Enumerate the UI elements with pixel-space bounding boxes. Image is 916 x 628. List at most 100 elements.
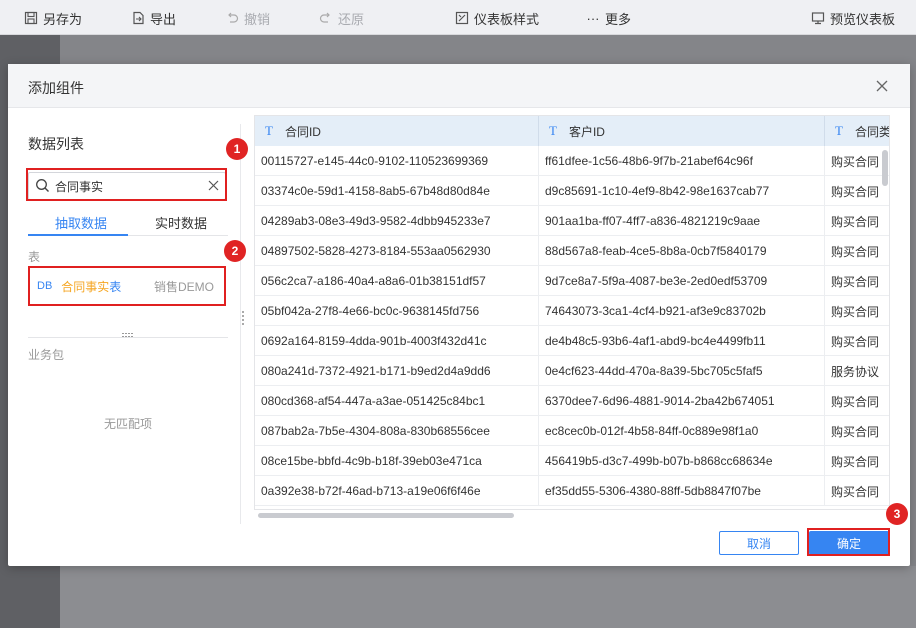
table-cell: 087bab2a-7b5e-4304-808a-830b68556cee	[255, 416, 539, 446]
table-cell: 88d567a8-feab-4ce5-8b8a-0cb7f5840179	[539, 236, 825, 266]
export-button[interactable]: 导出	[131, 9, 176, 27]
table-cell: 0692a164-8159-4dda-901b-4003f432d41c	[255, 326, 539, 356]
vertical-splitter-grip-icon[interactable]	[242, 311, 246, 325]
business-package-label: 业务包	[28, 348, 65, 362]
table-row[interactable]: 04897502-5828-4273-8184-553aa0562930 88d5…	[255, 236, 889, 266]
save-icon	[24, 11, 38, 25]
column-header-label: 客户ID	[568, 124, 605, 139]
text-type-icon: T	[549, 123, 557, 138]
annotation-badge-2: 2	[224, 240, 246, 262]
table-row[interactable]: 05bf042a-27f8-4e66-bc0c-9638145fd756 7464…	[255, 296, 889, 326]
table-cell: ff61dfee-1c56-48b6-9f7b-21abef64c96f	[539, 146, 825, 176]
confirm-button[interactable]: 确定	[809, 531, 889, 555]
grid-body: 00115727-e145-44c0-9102-110523699369 ff61…	[255, 146, 889, 506]
table-cell: 购买合同	[825, 326, 889, 356]
workspace-bottom	[60, 566, 916, 628]
table-name-rest: 表	[109, 279, 122, 294]
table-cell: 056c2ca7-a186-40a4-a8a6-01b38151df57	[255, 266, 539, 296]
table-cell: 购买合同	[825, 266, 889, 296]
table-row[interactable]: 0a392e38-b72f-46ad-b713-a19e06f6f46e ef35…	[255, 476, 889, 506]
tab-realtime-data[interactable]: 实时数据	[155, 213, 207, 232]
table-row[interactable]: 08ce15be-bbfd-4c9b-b18f-39eb03e471ca 4564…	[255, 446, 889, 476]
horizontal-scrollbar[interactable]	[258, 513, 514, 518]
column-header[interactable]: T 合同类型	[825, 116, 890, 146]
vertical-scrollbar[interactable]	[882, 150, 888, 186]
text-type-icon: T	[835, 123, 843, 138]
table-cell: ef35dd55-5306-4380-88ff-5db8847f07be	[539, 476, 825, 506]
table-row[interactable]: 080cd368-af54-447a-a3ae-051425c84bc1 6370…	[255, 386, 889, 416]
table-cell: 05bf042a-27f8-4e66-bc0c-9638145fd756	[255, 296, 539, 326]
table-row[interactable]: 087bab2a-7b5e-4304-808a-830b68556cee ec8c…	[255, 416, 889, 446]
table-cell: 购买合同	[825, 206, 889, 236]
table-name: 合同事实表	[61, 278, 121, 295]
table-cell: 03374c0e-59d1-4158-8ab5-67b48d80d84e	[255, 176, 539, 206]
redo-icon	[319, 11, 333, 25]
table-cell: 456419b5-d3c7-499b-b07b-b868cc68634e	[539, 446, 825, 476]
preview-dashboard-button[interactable]: 预览仪表板	[811, 9, 895, 27]
tab-extract-data[interactable]: 抽取数据	[55, 213, 107, 232]
save-as-button[interactable]: 另存为	[24, 9, 82, 27]
table-package: 销售DEMO	[153, 279, 214, 294]
search-icon	[35, 178, 50, 193]
clear-search-icon[interactable]	[207, 179, 220, 192]
column-header[interactable]: T 合同ID	[255, 116, 539, 146]
table-cell: 08ce15be-bbfd-4c9b-b18f-39eb03e471ca	[255, 446, 539, 476]
table-row[interactable]: 03374c0e-59d1-4158-8ab5-67b48d80d84e d9c8…	[255, 176, 889, 206]
search-field	[28, 172, 226, 200]
dialog-header: 添加组件	[8, 64, 910, 108]
table-cell: d9c85691-1c10-4ef9-8b42-98e1637cab77	[539, 176, 825, 206]
table-name-match: 合同事实	[61, 279, 110, 294]
data-preview-grid: T 合同ID T 客户ID T 合同类型 00115727-e145-44c0-910…	[254, 115, 890, 510]
table-row[interactable]: 04289ab3-08e3-49d3-9582-4dbb945233e7 901a…	[255, 206, 889, 236]
dialog-title: 添加组件	[28, 80, 84, 96]
data-list-title: 数据列表	[28, 136, 84, 152]
table-section-label: 表	[28, 250, 41, 264]
table-cell: 购买合同	[825, 146, 889, 176]
search-input[interactable]	[28, 172, 226, 200]
table-cell: 购买合同	[825, 236, 889, 266]
export-label: 导出	[150, 11, 177, 27]
table-cell: 购买合同	[825, 446, 889, 476]
no-match-text: 无匹配项	[104, 417, 153, 431]
active-tab-indicator	[28, 234, 128, 236]
table-cell: 服务协议	[825, 356, 889, 386]
table-cell: 0e4cf623-44dd-470a-8a39-5bc705c5faf5	[539, 356, 825, 386]
column-header-label: 合同类型	[854, 124, 890, 139]
text-type-icon: T	[265, 123, 273, 138]
undo-icon	[225, 11, 239, 25]
preview-icon	[811, 11, 825, 25]
table-cell: 080cd368-af54-447a-a3ae-051425c84bc1	[255, 386, 539, 416]
table-row[interactable]: 080a241d-7372-4921-b171-b9ed2d4a9dd6 0e4c…	[255, 356, 889, 386]
redo-button[interactable]: 还原	[319, 9, 364, 27]
table-cell: 901aa1ba-ff07-4ff7-a836-4821219c9aae	[539, 206, 825, 236]
data-list-panel: 数据列表	[8, 108, 240, 520]
export-icon	[131, 11, 145, 25]
table-cell: 080a241d-7372-4921-b171-b9ed2d4a9dd6	[255, 356, 539, 386]
more-button[interactable]: ··· 更多	[586, 9, 632, 27]
dashboard-style-button[interactable]: 仪表板样式	[455, 9, 539, 27]
vertical-divider	[240, 124, 241, 524]
table-cell: 04289ab3-08e3-49d3-9582-4dbb945233e7	[255, 206, 539, 236]
dashboard-style-label: 仪表板样式	[474, 11, 540, 27]
table-cell: 04897502-5828-4273-8184-553aa0562930	[255, 236, 539, 266]
save-as-label: 另存为	[43, 11, 83, 27]
table-cell: 0a392e38-b72f-46ad-b713-a19e06f6f46e	[255, 476, 539, 506]
table-cell: 6370dee7-6d96-4881-9014-2ba42b674051	[539, 386, 825, 416]
style-icon	[455, 11, 469, 25]
table-row[interactable]: 056c2ca7-a186-40a4-a8a6-01b38151df57 9d7c…	[255, 266, 889, 296]
table-cell: 74643073-3ca1-4cf4-b921-af3e9c83702b	[539, 296, 825, 326]
table-cell: 00115727-e145-44c0-9102-110523699369	[255, 146, 539, 176]
undo-label: 撤销	[244, 11, 271, 27]
add-component-dialog: 添加组件 数据列表 抽取数据 实时数据 表 DB 合同事实表 销售DEMO 业务…	[8, 64, 910, 566]
table-row[interactable]: 0692a164-8159-4dda-901b-4003f432d41c de4b…	[255, 326, 889, 356]
close-icon[interactable]	[872, 76, 892, 96]
column-header[interactable]: T 客户ID	[539, 116, 825, 146]
table-item-contract-fact[interactable]: DB 合同事实表 销售DEMO	[32, 272, 222, 300]
splitter-grip-icon[interactable]	[122, 333, 134, 339]
table-row[interactable]: 00115727-e145-44c0-9102-110523699369 ff61…	[255, 146, 889, 176]
undo-button[interactable]: 撤销	[225, 9, 270, 27]
preview-dashboard-label: 预览仪表板	[830, 11, 896, 27]
cancel-button[interactable]: 取消	[719, 531, 799, 555]
column-header-label: 合同ID	[284, 124, 321, 139]
redo-label: 还原	[338, 11, 365, 27]
